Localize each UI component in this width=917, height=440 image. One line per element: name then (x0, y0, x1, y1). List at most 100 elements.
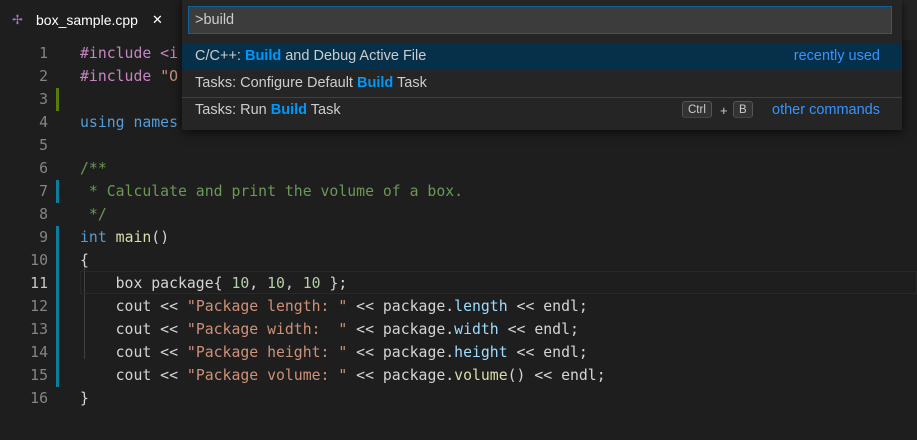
code-line[interactable]: 9 int main() (0, 226, 917, 249)
code-text: #include <i (80, 42, 178, 65)
git-modified-marker[interactable] (56, 226, 59, 249)
code-token: height (454, 344, 508, 361)
git-modified-marker[interactable] (56, 249, 59, 272)
palette-item-cpp-build-debug[interactable]: C/C++: Build and Debug Active File recen… (182, 43, 902, 70)
line-number: 6 (39, 160, 48, 177)
git-modified-marker[interactable] (56, 272, 59, 295)
code-token: "Package volume: " (186, 367, 348, 384)
code-text: cout << "Package length: " << package.le… (80, 295, 588, 318)
code-text: using names (80, 111, 178, 134)
code-token: "Package height: " (186, 344, 348, 361)
code-line[interactable]: 11 box package{ 10, 10, 10 }; (0, 271, 917, 295)
code-text: /** (80, 157, 107, 180)
code-token: /** (80, 160, 107, 177)
code-token: * Calculate and print the volume of a bo… (80, 183, 464, 200)
code-token: , (249, 275, 268, 292)
code-token: "Package length: " (186, 298, 348, 315)
code-token: () << endl; (507, 367, 606, 384)
code-line[interactable]: 13 cout << "Package width: " << package.… (0, 318, 917, 341)
code-token: }; (320, 275, 348, 292)
palette-item-label: Tasks: Configure Default Build Task (195, 75, 427, 91)
code-token: 10 (231, 275, 250, 292)
line-number: 12 (30, 298, 48, 315)
code-line[interactable]: 12 cout << "Package length: " << package… (0, 295, 917, 318)
code-token: << endl; (498, 321, 579, 338)
code-token: 10 (267, 275, 285, 292)
code-token: } (80, 390, 89, 407)
git-modified-marker[interactable] (56, 295, 59, 318)
code-text: * Calculate and print the volume of a bo… (80, 180, 463, 203)
code-text: { (80, 249, 89, 272)
code-token: length (454, 298, 508, 315)
other-commands-link[interactable]: other commands (772, 97, 880, 124)
code-token: using (80, 114, 134, 131)
close-icon[interactable]: ✕ (152, 13, 163, 28)
line-number: 5 (39, 137, 48, 154)
code-line[interactable]: 15 cout << "Package volume: " << package… (0, 364, 917, 387)
code-token: << endl; (507, 298, 588, 315)
code-token: width (454, 321, 499, 338)
line-number: 10 (30, 252, 48, 269)
code-text: int main() (80, 226, 169, 249)
code-token: cout << (80, 344, 187, 361)
line-number: 9 (39, 229, 48, 246)
line-number: 13 (30, 321, 48, 338)
line-number: 1 (39, 45, 48, 62)
code-line[interactable]: 16} (0, 387, 917, 410)
code-token: cout << (80, 321, 187, 338)
code-text: box package{ 10, 10, 10 }; (80, 272, 348, 295)
code-token: << package. (347, 367, 455, 384)
code-token: cout << (80, 298, 187, 315)
line-number: 15 (30, 367, 48, 384)
code-token: , (284, 275, 303, 292)
code-token: */ (80, 206, 107, 223)
code-line[interactable]: 5 (0, 134, 917, 157)
code-line[interactable]: 7 * Calculate and print the volume of a … (0, 180, 917, 203)
keybinding-b: B (733, 101, 753, 118)
code-token: << package. (347, 298, 455, 315)
git-added-marker[interactable] (56, 88, 59, 111)
palette-item-run-build-task[interactable]: Tasks: Run Build Task Ctrl + B other com… (182, 97, 902, 124)
tab-box-sample-cpp[interactable]: ✢ box_sample.cpp ✕ (0, 0, 182, 40)
code-text: */ (80, 203, 107, 226)
line-number: 14 (30, 344, 48, 361)
code-token: << package. (347, 344, 455, 361)
line-number: 7 (39, 183, 48, 200)
line-number: 3 (39, 91, 48, 108)
git-modified-marker[interactable] (56, 318, 59, 341)
line-number: 2 (39, 68, 48, 85)
code-line[interactable]: 14 cout << "Package height: " << package… (0, 341, 917, 364)
code-line[interactable]: 8 */ (0, 203, 917, 226)
code-token: () (151, 229, 170, 246)
command-palette-input[interactable] (188, 6, 892, 34)
code-token: { (80, 252, 89, 269)
command-palette: C/C++: Build and Debug Active File recen… (182, 0, 902, 130)
palette-item-configure-build-task[interactable]: Tasks: Configure Default Build Task (182, 70, 902, 97)
code-text: } (80, 387, 89, 410)
keybinding-plus: + (720, 103, 728, 118)
code-text: cout << "Package volume: " << package.vo… (80, 364, 606, 387)
git-modified-marker[interactable] (56, 364, 59, 387)
code-token: 10 (302, 275, 321, 292)
recently-used-label: recently used (793, 48, 880, 64)
git-modified-marker[interactable] (56, 180, 59, 203)
code-token: box package{ (80, 275, 232, 292)
code-token: "O (160, 68, 179, 85)
code-token: #include (80, 68, 161, 85)
code-token: int (80, 229, 107, 246)
git-modified-marker[interactable] (56, 341, 59, 364)
code-token: << package. (347, 321, 455, 338)
tab-title: box_sample.cpp (36, 12, 138, 28)
line-number: 4 (39, 114, 48, 131)
code-line[interactable]: 6 /** (0, 157, 917, 180)
code-text: cout << "Package width: " << package.wid… (80, 318, 579, 341)
line-number: 16 (30, 390, 48, 407)
line-number: 11 (30, 275, 48, 292)
code-line[interactable]: 10 { (0, 249, 917, 272)
code-token: cout << (80, 367, 187, 384)
code-token: volume (454, 367, 508, 384)
palette-item-label: C/C++: Build and Debug Active File (195, 48, 427, 64)
line-number: 8 (39, 206, 48, 223)
keybinding-ctrl: Ctrl (682, 101, 712, 118)
